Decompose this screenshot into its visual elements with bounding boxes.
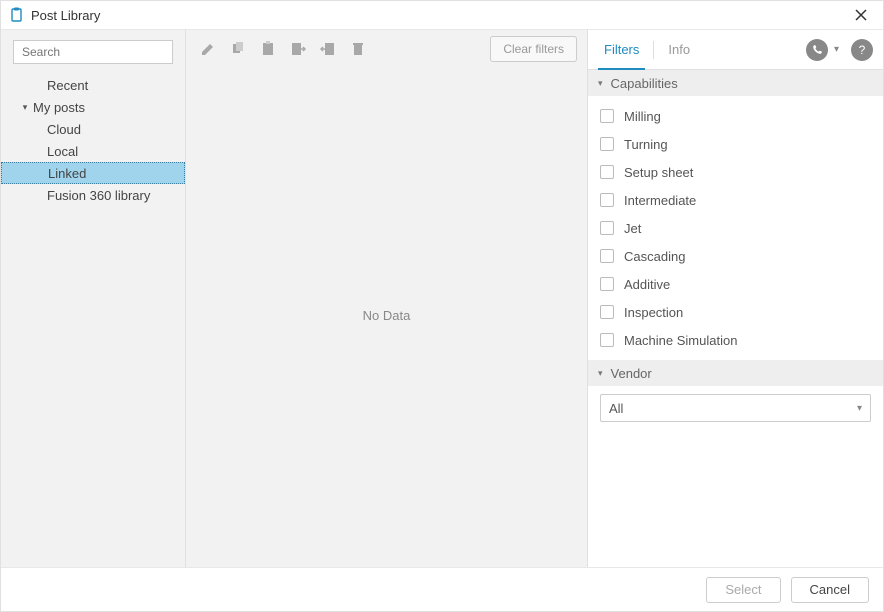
section-title: Vendor [611, 366, 652, 381]
capabilities-list: Milling Turning Setup sheet Intermediate… [588, 96, 883, 360]
chevron-down-icon: ▾ [857, 403, 862, 414]
capability-cascading[interactable]: Cascading [588, 242, 883, 270]
capability-label: Inspection [624, 305, 683, 320]
capability-label: Setup sheet [624, 165, 693, 180]
capability-label: Intermediate [624, 193, 696, 208]
paste-icon[interactable] [256, 37, 280, 61]
footer: Select Cancel [1, 567, 883, 611]
titlebar: Post Library [1, 1, 883, 29]
tree-label: Recent [47, 78, 88, 93]
window-title: Post Library [31, 8, 100, 23]
tree-label: Cloud [47, 122, 81, 137]
copy-icon[interactable] [226, 37, 250, 61]
capability-label: Cascading [624, 249, 685, 264]
capability-label: Milling [624, 109, 661, 124]
capability-jet[interactable]: Jet [588, 214, 883, 242]
chevron-down-icon: ▾ [19, 102, 31, 113]
phone-icon[interactable] [806, 39, 828, 61]
checkbox-icon [600, 277, 614, 291]
capability-intermediate[interactable]: Intermediate [588, 186, 883, 214]
tree-label: Fusion 360 library [47, 188, 150, 203]
checkbox-icon [600, 249, 614, 263]
tree-item-recent[interactable]: Recent [1, 74, 185, 96]
checkbox-icon [600, 109, 614, 123]
right-panel: Filters Info ▾ ? ▾ Capabilities Milling … [587, 30, 883, 567]
capability-machine-simulation[interactable]: Machine Simulation [588, 326, 883, 354]
clear-filters-button[interactable]: Clear filters [490, 36, 577, 62]
section-title: Capabilities [611, 76, 678, 91]
chevron-down-icon: ▾ [598, 78, 603, 89]
capability-turning[interactable]: Turning [588, 130, 883, 158]
capability-milling[interactable]: Milling [588, 102, 883, 130]
capability-label: Turning [624, 137, 668, 152]
tree-label: Local [47, 144, 78, 159]
capability-label: Machine Simulation [624, 333, 737, 348]
left-panel: Recent ▾My posts Cloud Local Linked Fusi… [1, 30, 185, 567]
checkbox-icon [600, 137, 614, 151]
tree-label: Linked [48, 166, 86, 181]
checkbox-icon [600, 165, 614, 179]
right-tabs: Filters Info ▾ ? [588, 30, 883, 70]
help-icon[interactable]: ? [851, 39, 873, 61]
dropdown-caret-icon[interactable]: ▾ [834, 44, 839, 55]
vendor-value: All [609, 401, 623, 416]
tab-filters[interactable]: Filters [598, 30, 645, 70]
tab-info[interactable]: Info [662, 30, 696, 70]
checkbox-icon [600, 305, 614, 319]
trash-icon[interactable] [346, 37, 370, 61]
tree-item-fusion-library[interactable]: Fusion 360 library [1, 184, 185, 206]
library-tree: Recent ▾My posts Cloud Local Linked Fusi… [1, 74, 185, 206]
app-icon [9, 7, 25, 23]
chevron-down-icon: ▾ [598, 368, 603, 379]
close-button[interactable] [847, 1, 875, 29]
tab-divider [653, 41, 654, 59]
tree-item-linked[interactable]: Linked [1, 162, 185, 184]
capability-label: Jet [624, 221, 641, 236]
no-data-label: No Data [186, 308, 587, 323]
edit-icon[interactable] [196, 37, 220, 61]
import-icon[interactable] [286, 37, 310, 61]
checkbox-icon [600, 193, 614, 207]
select-button[interactable]: Select [706, 577, 780, 603]
results-area: No Data [186, 68, 587, 567]
export-icon[interactable] [316, 37, 340, 61]
cancel-button[interactable]: Cancel [791, 577, 869, 603]
capability-setup-sheet[interactable]: Setup sheet [588, 158, 883, 186]
capability-inspection[interactable]: Inspection [588, 298, 883, 326]
toolbar: Clear filters [186, 30, 587, 68]
section-capabilities[interactable]: ▾ Capabilities [588, 70, 883, 96]
tree-label: My posts [33, 100, 85, 115]
checkbox-icon [600, 221, 614, 235]
capability-label: Additive [624, 277, 670, 292]
tree-item-cloud[interactable]: Cloud [1, 118, 185, 140]
post-library-window: Post Library Recent ▾My posts Cloud Loca… [0, 0, 884, 612]
tree-item-my-posts[interactable]: ▾My posts [1, 96, 185, 118]
tree-item-local[interactable]: Local [1, 140, 185, 162]
search-input[interactable] [13, 40, 173, 64]
checkbox-icon [600, 333, 614, 347]
capability-additive[interactable]: Additive [588, 270, 883, 298]
section-vendor[interactable]: ▾ Vendor [588, 360, 883, 386]
middle-panel: Clear filters No Data [185, 30, 587, 567]
vendor-select[interactable]: All ▾ [600, 394, 871, 422]
